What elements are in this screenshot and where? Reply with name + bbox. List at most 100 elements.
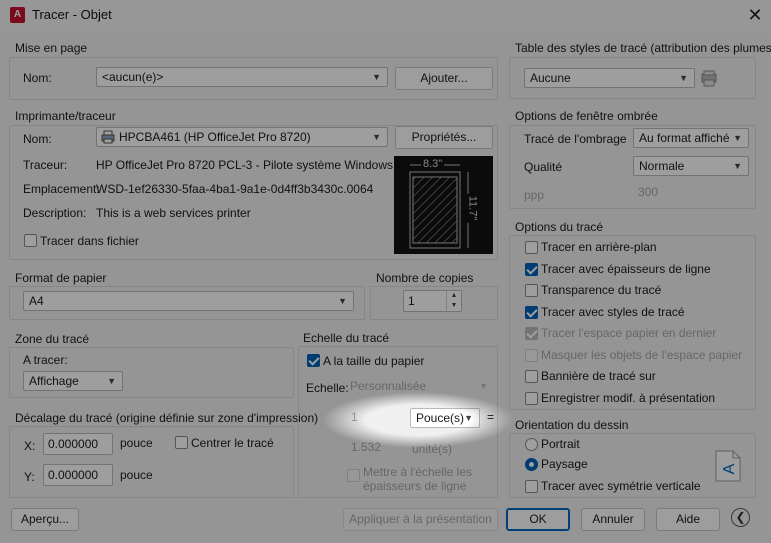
plot-option-label: Tracer avec épaisseurs de ligne: [541, 261, 711, 276]
preview-button[interactable]: Aperçu...: [11, 508, 79, 531]
paper-size-dropdown[interactable]: A4 ▼: [23, 291, 354, 311]
shaded-viewport-group-label: Options de fenêtre ombrée: [515, 109, 658, 123]
offset-y-input[interactable]: 0.000000: [43, 464, 113, 486]
printer-name-label: Nom:: [23, 132, 52, 146]
shade-plot-label: Tracé de l'ombrage: [524, 132, 627, 146]
spin-up-icon[interactable]: ▲: [446, 291, 461, 301]
center-plot-checkbox[interactable]: [175, 436, 188, 449]
quality-label: Qualité: [524, 160, 563, 174]
plotter-label: Traceur:: [23, 158, 68, 172]
help-button[interactable]: Aide: [656, 508, 720, 531]
offset-x-unit: pouce: [120, 436, 153, 450]
chevron-down-icon: ▼: [107, 376, 116, 386]
plot-to-file-label: Tracer dans fichier: [40, 234, 139, 248]
upside-down-checkbox[interactable]: [525, 480, 538, 493]
plot-option-checkbox[interactable]: [525, 370, 538, 383]
printer-group-label: Imprimante/traceur: [15, 109, 116, 123]
plot-style-table-group-label: Table des styles de tracé (attribution d…: [515, 41, 771, 55]
landscape-orientation-icon: A: [715, 450, 741, 482]
offset-y-label: Y:: [24, 470, 35, 484]
shade-plot-value: Au format affiché: [639, 131, 730, 145]
autocad-app-icon: A: [10, 7, 25, 23]
less-options-icon[interactable]: ❮: [731, 508, 750, 527]
ok-button[interactable]: OK: [506, 508, 570, 531]
plotter-value: HP OfficeJet Pro 8720 PCL-3 - Pilote sys…: [96, 158, 414, 172]
scale-value2: 1.532: [351, 440, 382, 454]
spin-down-icon[interactable]: ▼: [446, 301, 461, 311]
copies-group-label: Nombre de copies: [376, 271, 474, 285]
svg-text:A: A: [721, 463, 738, 474]
scale-value1: 1: [351, 410, 358, 424]
paper-size-group-label: Format de papier: [15, 271, 107, 285]
scale-lineweights-checkbox[interactable]: [347, 469, 360, 482]
add-page-setup-button[interactable]: Ajouter...: [395, 67, 493, 90]
scale-dropdown[interactable]: Personnalisée ▼: [345, 377, 494, 397]
cancel-button[interactable]: Annuler: [581, 508, 645, 531]
page-setup-name-label: Nom:: [23, 71, 52, 85]
scale-unit2-label: unité(s): [412, 442, 453, 456]
chevron-down-icon: ▼: [372, 72, 381, 82]
page-setup-group-label: Mise en page: [15, 41, 88, 55]
portrait-radio[interactable]: [525, 438, 538, 451]
printer-icon: [101, 130, 115, 144]
scale-value: Personnalisée: [350, 379, 427, 393]
edit-plot-style-icon[interactable]: [700, 70, 718, 88]
plot-option-label: Tracer avec styles de tracé: [541, 304, 685, 319]
properties-button[interactable]: Propriétés...: [395, 126, 493, 149]
plot-scale-group-label: Echelle du tracé: [303, 331, 390, 345]
plot-option-checkbox[interactable]: [525, 284, 538, 297]
landscape-label: Paysage: [541, 457, 588, 471]
what-to-plot-label: A tracer:: [23, 353, 68, 367]
printer-name-dropdown[interactable]: HPCBA461 (HP OfficeJet Pro 8720) ▼: [96, 127, 388, 147]
copies-input[interactable]: 1 ▲ ▼: [403, 290, 462, 312]
plot-option-checkbox[interactable]: [525, 348, 538, 362]
printer-name-value: HPCBA461 (HP OfficeJet Pro 8720): [119, 130, 311, 144]
plot-option-checkbox[interactable]: [525, 327, 538, 340]
plot-option-checkbox[interactable]: [525, 262, 538, 276]
what-to-plot-value: Affichage: [29, 374, 79, 388]
plot-option-checkbox[interactable]: [525, 305, 538, 319]
scale-value1-input[interactable]: 1: [347, 408, 407, 428]
paper-size-value: A4: [29, 294, 44, 308]
plot-area-group-label: Zone du tracé: [15, 332, 90, 346]
preview-height-label: 11.7": [466, 193, 479, 223]
plot-option-label: Bannière de tracé sur: [541, 369, 656, 383]
close-icon[interactable]: ✕: [744, 4, 766, 26]
portrait-label: Portrait: [541, 437, 580, 451]
scale-unit-value: Pouce(s): [416, 411, 465, 425]
plot-option-checkbox[interactable]: [525, 241, 538, 254]
plot-option-label: Transparence du tracé: [541, 283, 662, 297]
dpi-label: ppp: [524, 188, 545, 202]
plot-option-label: Enregistrer modif. à présentation: [541, 390, 716, 405]
fit-to-paper-checkbox[interactable]: [307, 354, 320, 367]
fit-to-paper-label: A la taille du papier: [323, 354, 425, 368]
page-setup-name-dropdown[interactable]: <aucun(e)> ▼: [96, 67, 388, 87]
scale-value2-input[interactable]: 1.532: [347, 438, 407, 458]
what-to-plot-dropdown[interactable]: Affichage ▼: [23, 371, 123, 391]
preview-width-label: 8.3": [421, 158, 445, 170]
quality-value: Normale: [639, 159, 685, 173]
center-plot-label: Centrer le tracé: [191, 436, 274, 450]
scale-unit-dropdown[interactable]: Pouce(s) ▼: [410, 408, 480, 428]
offset-x-label: X:: [24, 439, 36, 453]
plot-option-label: Masquer les objets de l'espace papier: [541, 347, 743, 362]
plot-option-label: Tracer l'espace papier en dernier: [541, 326, 717, 340]
scale-lineweights-label-2: épaisseurs de ligne: [363, 479, 467, 493]
shade-plot-dropdown[interactable]: Au format affiché ▼: [633, 128, 749, 148]
quality-dropdown[interactable]: Normale ▼: [633, 156, 749, 176]
plot-dialog: A Tracer - Objet ✕ Mise en page Nom: <au…: [0, 0, 771, 543]
offset-x-value: 0.000000: [48, 437, 99, 451]
paper-preview: 8.3" 11.7": [394, 156, 493, 254]
plot-to-file-checkbox[interactable]: [24, 234, 37, 247]
chevron-down-icon: ▼: [338, 296, 347, 306]
plot-style-table-dropdown[interactable]: Aucune ▼: [524, 68, 695, 88]
plot-option-label: Tracer en arrière-plan: [541, 240, 657, 254]
chevron-down-icon: ▼: [372, 132, 381, 142]
offset-x-input[interactable]: 0.000000: [43, 433, 113, 455]
landscape-radio[interactable]: [525, 458, 538, 471]
offset-y-unit: pouce: [120, 468, 153, 482]
apply-to-layout-button[interactable]: Appliquer à la présentation: [343, 508, 498, 531]
copies-value: 1: [408, 294, 415, 308]
plot-option-checkbox[interactable]: [525, 391, 538, 405]
window-title: Tracer - Objet: [32, 7, 112, 22]
